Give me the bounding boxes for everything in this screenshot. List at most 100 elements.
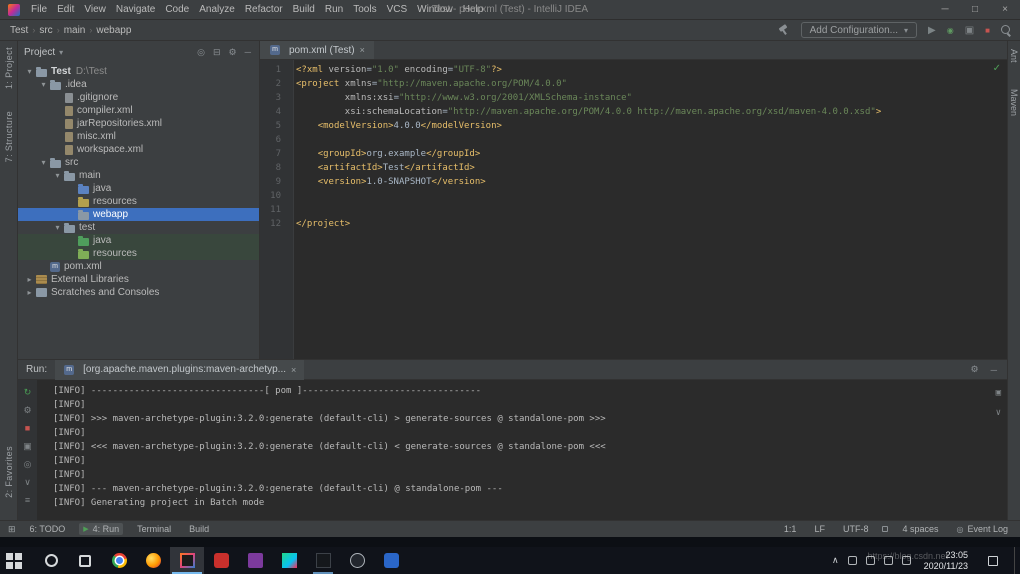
tray-icon-3[interactable]: [883, 556, 893, 565]
menu-navigate[interactable]: Navigate: [111, 4, 160, 15]
tree-item-webapp[interactable]: webapp: [18, 208, 259, 221]
chevron-down-icon[interactable]: ▾: [38, 80, 49, 89]
red-app[interactable]: [204, 547, 238, 574]
chrome-app[interactable]: [102, 547, 136, 574]
tree-item-java[interactable]: java: [18, 234, 259, 247]
menu-run[interactable]: Run: [320, 4, 348, 15]
tree-item-idea[interactable]: ▾ .idea: [18, 78, 259, 91]
tool-button-1-project[interactable]: 1: Project: [4, 47, 14, 89]
tray-expand-button[interactable]: ∧: [832, 555, 839, 566]
obs-app[interactable]: [340, 547, 374, 574]
console-output[interactable]: ▣ ∨ [INFO] -----------------------------…: [37, 380, 1007, 520]
stop-icon[interactable]: ■: [25, 420, 30, 436]
search-everywhere-icon[interactable]: [1001, 24, 1012, 36]
tree-item-workspace-xml[interactable]: workspace.xml: [18, 143, 259, 156]
show-desktop-button[interactable]: [1014, 547, 1018, 574]
status-item-build[interactable]: Build: [185, 523, 213, 535]
run-tab[interactable]: [org.apache.maven.plugins:maven-archetyp…: [55, 359, 305, 380]
menu-file[interactable]: File: [26, 4, 52, 15]
settings-gear-icon[interactable]: ⚙: [227, 47, 239, 58]
tab-pom-xml[interactable]: pom.xml (Test) ×: [260, 41, 374, 59]
debug-button[interactable]: ◉: [947, 26, 954, 35]
notification-center-button[interactable]: [981, 555, 1005, 566]
profiler-button[interactable]: ▣: [965, 25, 974, 36]
minimize-button[interactable]: ─: [930, 0, 960, 19]
restore-layout-icon[interactable]: ▣: [23, 438, 32, 454]
menu-tools[interactable]: Tools: [348, 4, 381, 15]
status-item-1-1[interactable]: 1:1: [780, 523, 801, 535]
tray-icon-1[interactable]: [847, 556, 857, 565]
inspections-ok-icon[interactable]: ✓: [993, 63, 1001, 74]
stop-button[interactable]: ■: [985, 26, 990, 35]
settings-icon[interactable]: ⚙: [23, 402, 31, 418]
tree-item-scratches-and-consoles[interactable]: ▸ Scratches and Consoles: [18, 286, 259, 299]
status-item-4-spaces[interactable]: 4 spaces: [898, 523, 942, 535]
tree-item-gitignore[interactable]: .gitignore: [18, 91, 259, 104]
scroll-down-icon[interactable]: ∨: [996, 406, 1001, 420]
tool-button-7-structure[interactable]: 7: Structure: [4, 111, 14, 162]
close-tab-icon[interactable]: ×: [360, 45, 365, 55]
tool-window-switcher-icon[interactable]: ⊞: [8, 524, 16, 535]
menu-refactor[interactable]: Refactor: [240, 4, 288, 15]
chevron-right-icon[interactable]: ▸: [24, 288, 35, 297]
chevron-down-icon[interactable]: ▾: [52, 171, 63, 180]
event-log-button[interactable]: ◎ Event Log: [952, 523, 1012, 535]
status-item-4-run[interactable]: ▶ 4: Run: [79, 523, 124, 535]
menu-edit[interactable]: Edit: [52, 4, 79, 15]
settings-gear-icon[interactable]: ⚙: [969, 364, 981, 375]
build-hammer-icon[interactable]: [778, 24, 790, 36]
breadcrumb-src[interactable]: src: [37, 25, 54, 36]
chevron-right-icon[interactable]: ▸: [24, 275, 35, 284]
intellij-idea-app[interactable]: [170, 547, 204, 574]
tree-item-pom-xml[interactable]: pom.xml: [18, 260, 259, 273]
blue-app[interactable]: [374, 547, 408, 574]
rerun-icon[interactable]: ↻: [24, 384, 32, 400]
tree-item-test[interactable]: ▾ Test D:\Test: [18, 65, 259, 78]
code-editor[interactable]: 1 <?xml version="1.0" encoding="UTF-8"?> 2…: [260, 60, 1007, 359]
maximize-button[interactable]: □: [960, 0, 990, 19]
tree-item-java[interactable]: java: [18, 182, 259, 195]
breadcrumb-main[interactable]: main: [62, 25, 88, 36]
close-button[interactable]: ×: [990, 0, 1020, 19]
menu-view[interactable]: View: [79, 4, 111, 15]
tool-button-2-favorites[interactable]: 2: Favorites: [4, 446, 14, 498]
status-item-lf[interactable]: LF: [810, 523, 829, 535]
hide-panel-icon[interactable]: ─: [989, 365, 999, 375]
menu-build[interactable]: Build: [288, 4, 320, 15]
hide-panel-icon[interactable]: ─: [243, 47, 253, 57]
tree-item-resources[interactable]: resources: [18, 247, 259, 260]
scroll-to-end-icon[interactable]: ∨: [24, 474, 31, 490]
tree-item-main[interactable]: ▾ main: [18, 169, 259, 182]
tool-button-maven[interactable]: Maven: [1009, 89, 1019, 116]
tree-item-test[interactable]: ▾ test: [18, 221, 259, 234]
status-item-utf-8[interactable]: UTF-8: [839, 523, 873, 535]
collapse-all-icon[interactable]: ⊟: [211, 47, 223, 58]
menu-analyze[interactable]: Analyze: [194, 4, 240, 15]
breadcrumb-test[interactable]: Test: [8, 25, 30, 36]
firefox-app[interactable]: [136, 547, 170, 574]
locate-file-icon[interactable]: ◎: [195, 47, 207, 58]
tree-item-misc-xml[interactable]: misc.xml: [18, 130, 259, 143]
menu-vcs[interactable]: VCS: [382, 4, 413, 15]
status-item-6-todo[interactable]: 6: TODO: [26, 523, 70, 535]
tree-item-external-libraries[interactable]: ▸ External Libraries: [18, 273, 259, 286]
task-view-button[interactable]: [68, 547, 102, 574]
chevron-down-icon[interactable]: ▾: [38, 158, 49, 167]
tree-item-resources[interactable]: resources: [18, 195, 259, 208]
close-tab-icon[interactable]: ×: [291, 365, 296, 375]
jetbrains-app[interactable]: [272, 547, 306, 574]
pin-icon[interactable]: ◎: [24, 456, 32, 472]
tree-item-src[interactable]: ▾ src: [18, 156, 259, 169]
cortana-button[interactable]: [34, 547, 68, 574]
dark-app[interactable]: [306, 547, 340, 574]
chevron-down-icon[interactable]: ▾: [24, 67, 35, 76]
project-panel-title[interactable]: Project: [24, 47, 55, 58]
menu-code[interactable]: Code: [160, 4, 194, 15]
visual-studio-app[interactable]: [238, 547, 272, 574]
start-button[interactable]: [0, 547, 34, 574]
tree-item-compiler-xml[interactable]: compiler.xml: [18, 104, 259, 117]
tray-icon-4[interactable]: [901, 556, 911, 565]
clear-all-icon[interactable]: ≡: [25, 492, 30, 508]
tray-icon-2[interactable]: [865, 556, 875, 565]
status-item-terminal[interactable]: Terminal: [133, 523, 175, 535]
